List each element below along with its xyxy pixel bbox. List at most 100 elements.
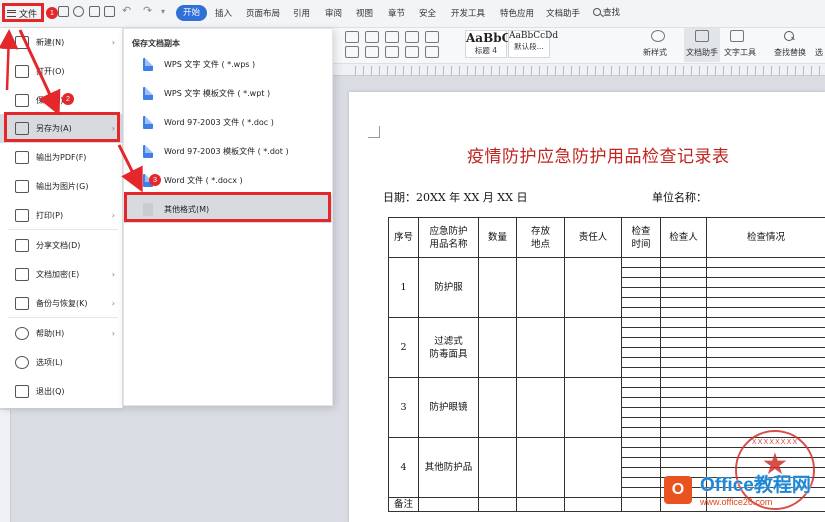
line-spacing-icon[interactable] [425,46,439,58]
save-as-doc[interactable]: Word 97-2003 文件 ( *.doc ) [124,108,332,136]
row-qty[interactable] [478,437,517,498]
row-name[interactable]: 过滤式 防毒面具 [418,317,479,378]
row-qty[interactable] [478,257,517,318]
tab-insert[interactable]: 插入 [215,7,232,19]
print-preview-icon[interactable] [104,6,115,17]
align-right-icon[interactable] [385,46,399,58]
tab-page-layout[interactable]: 页面布局 [246,7,280,19]
row-status[interactable] [706,317,825,328]
menu-item-share[interactable]: 分享文档(D) [0,231,123,260]
menu-item-backup[interactable]: 备份与恢复(K) › [0,289,123,318]
menu-item-help[interactable]: 帮助(H) › [0,319,123,348]
menu-item-export-pdf[interactable]: 输出为PDF(F) [0,143,123,172]
outdent-icon[interactable] [405,31,419,43]
doc-assistant-icon[interactable] [695,30,709,42]
more-icon[interactable]: ▾ [161,7,165,16]
header-inspector: 检查人 [660,217,707,258]
sort-icon[interactable] [425,31,439,43]
row-status[interactable] [706,377,825,388]
redo-icon[interactable]: ↷ [143,4,152,17]
menu-item-open[interactable]: 打开(O) [0,57,123,86]
horizontal-ruler[interactable] [355,66,825,75]
row-qty[interactable] [478,377,517,438]
new-style-icon[interactable] [651,30,665,42]
row-name[interactable]: 其他防护品 [418,437,479,498]
justify-icon[interactable] [405,46,419,58]
undo-icon[interactable]: ↶ [122,4,131,17]
select-button[interactable]: 选 [815,47,823,58]
style-heading4[interactable]: AaBbC 标题 4 [465,30,511,58]
tab-view[interactable]: 视图 [356,7,373,19]
row-person[interactable] [564,437,622,498]
row-seq[interactable]: 3 [388,377,419,438]
align-center-icon[interactable] [365,46,379,58]
search-tab[interactable]: 查找 [593,6,620,18]
menu-item-export-image[interactable]: 输出为图片(G) [0,172,123,201]
row-location[interactable] [516,377,565,438]
tab-references[interactable]: 引用 [293,7,310,19]
find-replace-button[interactable]: 查找替换 [774,47,806,58]
row-status[interactable] [706,257,825,268]
row-seq[interactable]: 2 [388,317,419,378]
row-time[interactable] [621,257,661,268]
highlight-box-save-as [4,112,120,142]
row-qty[interactable] [478,317,517,378]
number-list-icon[interactable] [365,31,379,43]
indent-icon[interactable] [385,31,399,43]
tab-doc-assistant[interactable]: 文档助手 [546,7,580,19]
vertical-ruler[interactable] [0,410,11,522]
row-inspector[interactable] [660,437,707,448]
text-tools-button[interactable]: 文字工具 [724,47,756,58]
row-location[interactable] [516,437,565,498]
tab-security[interactable]: 安全 [419,7,436,19]
tab-home[interactable]: 开始 [176,5,207,21]
step-badge-3: 3 [149,174,161,186]
header-seq: 序号 [388,217,419,258]
menu-item-new[interactable]: 新建(N) › [0,28,123,57]
text-tools-icon[interactable] [730,30,744,42]
row-time[interactable] [621,377,661,388]
tab-features[interactable]: 特色应用 [500,7,534,19]
remark-label[interactable]: 备注 [388,497,419,512]
chevron-right-icon: › [111,211,115,220]
print-icon[interactable] [89,6,100,17]
row-location[interactable] [516,257,565,318]
tab-chapter[interactable]: 章节 [388,7,405,19]
save-as-dot[interactable]: Word 97-2003 模板文件 ( *.dot ) [124,137,332,165]
menu-item-encrypt[interactable]: 文档加密(E) › [0,260,123,289]
row-person[interactable] [564,257,622,318]
chevron-right-icon: › [111,38,115,47]
row-inspector[interactable] [660,257,707,268]
row-inspector[interactable] [660,377,707,388]
row-time[interactable] [621,317,661,328]
save-as-wps[interactable]: WPS 文字 文件 ( *.wps ) [124,50,332,78]
tab-review[interactable]: 审阅 [325,7,342,19]
style-default-paragraph[interactable]: AaBbCcDd 默认段... [508,30,558,58]
document-title[interactable]: 疫情防护应急防护用品检查记录表 [467,142,730,167]
copy-format-icon[interactable] [73,6,84,17]
image-icon [15,180,29,193]
row-seq[interactable]: 1 [388,257,419,318]
pdf-icon [15,151,29,164]
save-icon[interactable] [58,6,69,17]
find-replace-icon[interactable] [784,31,794,41]
row-location[interactable] [516,317,565,378]
new-style-button[interactable]: 新样式 [643,47,667,58]
row-person[interactable] [564,317,622,378]
row-name[interactable]: 防护眼镜 [418,377,479,438]
row-person[interactable] [564,377,622,438]
row-inspector[interactable] [660,317,707,328]
document-date[interactable]: 日期：20XX 年 XX 月 XX 日 [383,189,527,205]
menu-item-options[interactable]: 选项(L) [0,348,123,377]
row-name[interactable]: 防护服 [418,257,479,318]
bullet-list-icon[interactable] [345,31,359,43]
doc-assistant-button[interactable]: 文档助手 [686,47,718,58]
menu-item-print[interactable]: 打印(P) › [0,201,123,230]
document-unit[interactable]: 单位名称： [652,189,707,205]
row-time[interactable] [621,437,661,448]
row-seq[interactable]: 4 [388,437,419,498]
menu-item-exit[interactable]: 退出(Q) [0,377,123,406]
align-left-icon[interactable] [345,46,359,58]
save-as-wpt[interactable]: WPS 文字 模板文件 ( *.wpt ) [124,79,332,107]
tab-developer[interactable]: 开发工具 [451,7,485,19]
